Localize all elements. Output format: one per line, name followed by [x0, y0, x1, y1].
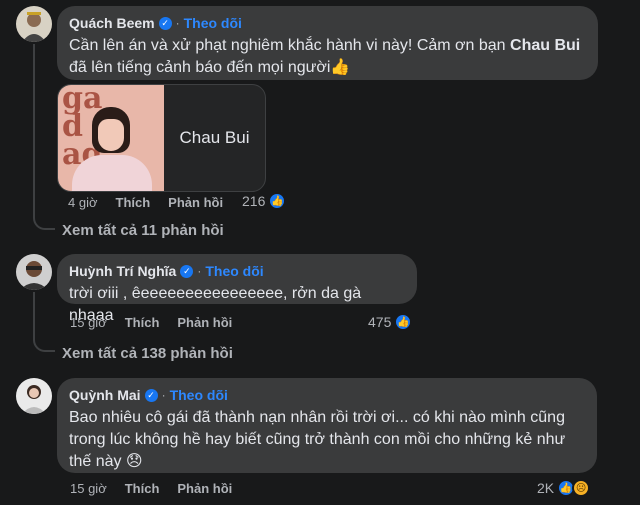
commenter-name[interactable]: Quách Beem — [69, 14, 155, 32]
mention-link[interactable]: Chau Bui — [510, 37, 580, 54]
like-button[interactable]: Thích — [116, 195, 151, 210]
thread-line — [33, 44, 35, 204]
reaction-number: 2K — [537, 480, 555, 496]
comment-text: Cần lên án và xử phạt nghiêm khắc hành v… — [69, 35, 586, 79]
comment-text-part: đã lên tiếng cảnh báo đến mọi người👍 — [69, 59, 351, 76]
commenter-name[interactable]: Quỳnh Mai — [69, 386, 141, 404]
view-replies-link[interactable]: Xem tất cả 11 phản hồi — [62, 222, 224, 239]
comment-text-part: Bao nhiêu cô gái đã thành nạn nhân rồi t… — [69, 409, 565, 426]
comment-text-part: Cần lên án và xử phạt nghiêm khắc hành v… — [69, 37, 511, 54]
view-replies-link[interactable]: Xem tất cả 138 phản hồi — [62, 345, 233, 362]
like-reaction-icon: 👍 — [394, 313, 413, 331]
reaction-count[interactable]: 2K 👍 ☹ — [537, 479, 591, 497]
reaction-count[interactable]: 475 👍 — [368, 313, 413, 331]
comment-actions: 15 giờ Thích Phản hồi — [70, 481, 232, 496]
like-button[interactable]: Thích — [125, 315, 160, 330]
comment-time[interactable]: 15 giờ — [70, 481, 107, 496]
sad-reaction-icon: ☹ — [572, 479, 591, 497]
comment-bubble: Quỳnh Mai ✓ · Theo dõi Bao nhiêu cô gái … — [57, 378, 597, 473]
avatar[interactable] — [16, 378, 52, 414]
verified-badge-icon: ✓ — [144, 388, 158, 402]
tagged-profile-name: Chau Bui — [179, 128, 250, 147]
comment-actions: 15 giờ Thích Phản hồi — [70, 315, 232, 330]
follow-button[interactable]: Theo dõi — [205, 262, 263, 280]
avatar[interactable] — [16, 254, 52, 290]
reaction-number: 216 — [242, 193, 266, 209]
comment-time[interactable]: 15 giờ — [70, 315, 107, 330]
comment-bubble: Quách Beem ✓ · Theo dõi Cần lên án và xử… — [57, 6, 598, 80]
comment-actions: 4 giờ Thích Phản hồi — [68, 195, 223, 210]
comment-text: Bao nhiêu cô gái đã thành nạn nhân rồi t… — [69, 407, 585, 473]
thread-connector — [33, 200, 55, 230]
follow-button[interactable]: Theo dõi — [184, 14, 242, 32]
reply-button[interactable]: Phản hồi — [168, 195, 223, 210]
avatar[interactable] — [16, 6, 52, 42]
reply-button[interactable]: Phản hồi — [177, 315, 232, 330]
reaction-number: 475 — [368, 314, 392, 330]
like-button[interactable]: Thích — [125, 481, 160, 496]
comment-time[interactable]: 4 giờ — [68, 195, 98, 210]
reply-button[interactable]: Phản hồi — [177, 481, 232, 496]
thread-line — [33, 292, 35, 332]
commenter-name[interactable]: Huỳnh Trí Nghĩa — [69, 262, 176, 280]
reaction-count[interactable]: 216 👍 — [242, 192, 287, 210]
separator-dot: · — [161, 388, 166, 402]
tagged-profile-card[interactable]: ga d a ad Chau Bui — [57, 84, 266, 192]
comment-text-part: thế này 😞 — [69, 453, 143, 470]
like-reaction-icon: 👍 — [268, 192, 287, 210]
follow-button[interactable]: Theo dõi — [170, 386, 228, 404]
comment-bubble: Huỳnh Trí Nghĩa ✓ · Theo dõi trời ơiii ,… — [57, 254, 417, 324]
separator-dot: · — [197, 264, 202, 278]
verified-badge-icon: ✓ — [180, 264, 194, 278]
thread-connector — [33, 328, 55, 352]
verified-badge-icon: ✓ — [158, 16, 172, 30]
tagged-profile-photo: ga d a ad — [58, 85, 164, 191]
separator-dot: · — [175, 16, 180, 30]
comment-text-part: trong lúc không hề hay biết cũng trở thà… — [69, 431, 566, 448]
